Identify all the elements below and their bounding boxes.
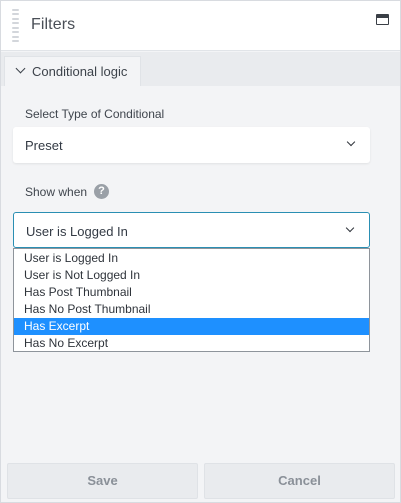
panel-header: Filters bbox=[1, 1, 400, 51]
chevron-down-icon bbox=[346, 137, 356, 147]
show-when-label: Show when bbox=[25, 185, 88, 199]
dropdown-option[interactable]: Has Post Thumbnail bbox=[14, 284, 369, 301]
conditional-type-value: Preset bbox=[25, 138, 63, 153]
conditional-type-select[interactable]: Preset bbox=[13, 127, 370, 163]
maximize-icon[interactable] bbox=[376, 14, 389, 25]
filters-panel: Filters Conditional logic Select Type of… bbox=[0, 0, 401, 503]
dropdown-option-highlighted[interactable]: Has Excerpt bbox=[14, 318, 369, 335]
chevron-down-icon bbox=[15, 63, 26, 74]
chevron-down-icon bbox=[345, 223, 355, 233]
panel-title: Filters bbox=[31, 16, 76, 33]
dropdown-option[interactable]: User is Logged In bbox=[14, 250, 369, 267]
show-when-value: User is Logged In bbox=[26, 224, 128, 239]
cancel-button[interactable]: Cancel bbox=[204, 463, 395, 499]
save-button[interactable]: Save bbox=[7, 463, 198, 499]
drag-handle-icon[interactable] bbox=[12, 9, 19, 42]
conditional-type-label: Select Type of Conditional bbox=[25, 107, 165, 121]
show-when-dropdown: User is Logged In User is Not Logged In … bbox=[13, 248, 370, 352]
tab-conditional-logic[interactable]: Conditional logic bbox=[4, 56, 141, 86]
help-icon[interactable]: ? bbox=[94, 184, 109, 199]
dropdown-option[interactable]: Has No Excerpt bbox=[14, 335, 369, 352]
tab-strip: Conditional logic bbox=[1, 52, 400, 86]
show-when-select[interactable]: User is Logged In bbox=[13, 212, 370, 248]
dropdown-option[interactable]: Has No Post Thumbnail bbox=[14, 301, 369, 318]
tab-label: Conditional logic bbox=[32, 64, 128, 79]
dropdown-option[interactable]: User is Not Logged In bbox=[14, 267, 369, 284]
